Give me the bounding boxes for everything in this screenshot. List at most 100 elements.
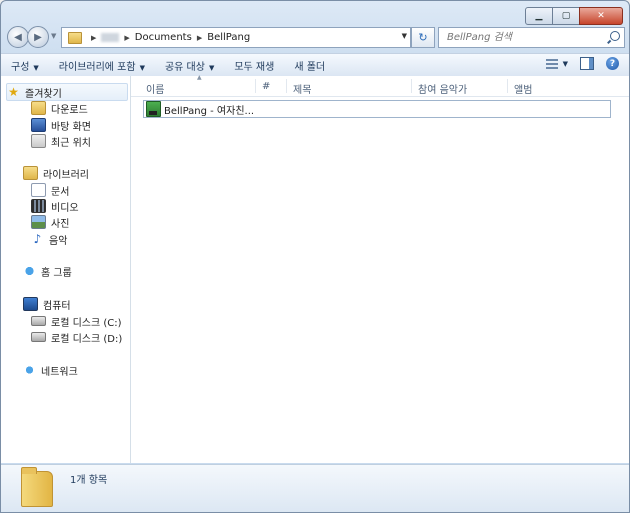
column-header-track-number[interactable]: #: [262, 81, 270, 92]
caption-buttons: ▁ ▢ ✕: [525, 7, 623, 25]
breadcrumb-separator-icon[interactable]: ▶: [124, 34, 129, 42]
sidebar-item-recent-places[interactable]: 최근 위치: [31, 133, 91, 149]
sidebar-item-downloads[interactable]: 다운로드: [31, 100, 88, 116]
column-divider[interactable]: [507, 79, 508, 93]
preview-pane-icon[interactable]: [580, 57, 594, 70]
recent-pages-chevron-icon[interactable]: ▼: [51, 32, 56, 40]
breadcrumb-separator-icon[interactable]: ▶: [197, 34, 202, 42]
chevron-down-icon: ▼: [33, 63, 39, 72]
file-row[interactable]: BellPang - 여자친...: [143, 100, 611, 118]
recent-places-icon: [31, 134, 46, 148]
breadcrumb-documents[interactable]: Documents: [135, 32, 192, 43]
column-header-album[interactable]: 앨범: [514, 81, 532, 96]
share-with-menu[interactable]: 공유 대상 ▼: [155, 58, 224, 73]
organize-menu[interactable]: 구성 ▼: [1, 58, 49, 73]
navigation-pane: ★ 즐겨찾기 다운로드 바탕 화면 최근 위치 라이브러리 문서 비디오 사진 …: [1, 76, 131, 463]
sidebar-item-documents[interactable]: 문서: [31, 182, 69, 198]
column-header-name[interactable]: 이름: [146, 81, 164, 96]
star-icon: ★: [8, 85, 19, 99]
computer-icon: [23, 297, 38, 311]
help-icon[interactable]: ?: [606, 57, 619, 70]
details-pane: 1개 항목: [1, 464, 629, 512]
item-count: 1개 항목: [70, 475, 108, 486]
sidebar-item-videos[interactable]: 비디오: [31, 198, 79, 214]
forward-button[interactable]: ▶: [27, 26, 49, 48]
sidebar-item-label: 문서: [51, 186, 70, 198]
play-all-button[interactable]: 모두 재생: [224, 58, 284, 73]
organize-label: 구성: [11, 61, 30, 73]
view-options-button[interactable]: ▼: [545, 58, 568, 69]
mp3-file-icon: [146, 101, 161, 117]
column-header-title[interactable]: 제목: [293, 81, 311, 96]
hard-drive-icon: [31, 316, 46, 326]
libraries-icon: [23, 166, 38, 180]
breadcrumb-separator-icon[interactable]: ▶: [91, 34, 96, 42]
network-icon: [23, 364, 36, 376]
column-header-contributing-artists[interactable]: 참여 음악가: [418, 81, 467, 96]
sidebar-item-homegroup[interactable]: 홈 그룹: [23, 263, 72, 279]
file-list: ▲ 이름 # 제목 참여 음악가 앨범 BellPang - 여자친...: [131, 74, 629, 463]
sidebar-item-label: 비디오: [51, 202, 79, 214]
minimize-button[interactable]: ▁: [525, 7, 553, 25]
downloads-folder-icon: [31, 101, 46, 115]
column-divider[interactable]: [411, 79, 412, 93]
sidebar-item-drive-c[interactable]: 로컬 디스크 (C:): [31, 313, 122, 329]
breadcrumb-redacted[interactable]: [101, 33, 120, 42]
pictures-icon: [31, 215, 46, 229]
search-box[interactable]: [438, 27, 625, 48]
content-area: ★ 즐겨찾기 다운로드 바탕 화면 최근 위치 라이브러리 문서 비디오 사진 …: [1, 74, 629, 463]
sidebar-item-label: 라이브러리: [43, 169, 89, 181]
refresh-button[interactable]: ↻: [411, 27, 435, 48]
column-divider[interactable]: [255, 79, 256, 93]
sidebar-item-music[interactable]: ♪ 음악: [31, 231, 68, 247]
chevron-down-icon: ▼: [562, 59, 568, 68]
share-with-label: 공유 대상: [164, 61, 205, 73]
new-folder-button[interactable]: 새 폴더: [284, 58, 335, 73]
sidebar-item-label: 홈 그룹: [41, 267, 72, 279]
address-dropdown-chevron-icon[interactable]: ▼: [402, 32, 407, 40]
address-bar[interactable]: ▶ ▶ Documents ▶ BellPang ▼: [61, 27, 411, 48]
sidebar-item-label: 로컬 디스크 (D:): [51, 333, 123, 345]
search-icon[interactable]: [610, 31, 620, 41]
folder-icon: [68, 31, 82, 44]
sidebar-item-label: 최근 위치: [51, 137, 91, 149]
toolbar-right-group: ▼ ?: [545, 57, 619, 70]
sidebar-item-computer[interactable]: 컴퓨터: [23, 296, 71, 312]
sidebar-item-label: 음악: [49, 235, 68, 247]
sort-ascending-icon: ▲: [197, 74, 202, 81]
sidebar-item-label: 네트워크: [41, 366, 78, 378]
sidebar-item-label: 다운로드: [51, 104, 88, 116]
breadcrumb-bellpang[interactable]: BellPang: [207, 32, 250, 43]
sidebar-item-favorites[interactable]: ★ 즐겨찾기: [6, 83, 128, 101]
chevron-down-icon: ▼: [139, 63, 145, 72]
search-input[interactable]: [445, 31, 609, 44]
hard-drive-icon: [31, 332, 46, 342]
include-in-library-menu[interactable]: 라이브러리에 포함 ▼: [49, 58, 155, 73]
close-button[interactable]: ✕: [579, 7, 623, 25]
column-divider[interactable]: [286, 79, 287, 93]
play-all-label: 모두 재생: [234, 61, 275, 73]
sidebar-item-libraries[interactable]: 라이브러리: [23, 165, 89, 181]
sidebar-item-label: 컴퓨터: [43, 300, 71, 312]
maximize-button[interactable]: ▢: [552, 7, 580, 25]
column-headers: ▲ 이름 # 제목 참여 음악가 앨범: [131, 74, 629, 97]
sidebar-item-label: 사진: [51, 218, 70, 230]
file-name: BellPang - 여자친...: [164, 105, 255, 117]
sidebar-item-drive-d[interactable]: 로컬 디스크 (D:): [31, 329, 122, 345]
new-folder-label: 새 폴더: [294, 61, 326, 73]
chevron-down-icon: ▼: [208, 63, 215, 72]
sidebar-item-pictures[interactable]: 사진: [31, 214, 69, 230]
sidebar-item-label: 즐겨찾기: [25, 88, 62, 100]
include-in-library-label: 라이브러리에 포함: [58, 61, 136, 73]
explorer-window: ▁ ▢ ✕ ◀ ▶ ▼ ▶ ▶ Documents ▶ BellPang ▼ ↻…: [0, 0, 630, 513]
music-note-icon: ♪: [33, 232, 42, 246]
details-view-icon: [545, 58, 558, 69]
navigation-bar: ◀ ▶ ▼ ▶ ▶ Documents ▶ BellPang ▼ ↻: [7, 26, 625, 48]
back-button[interactable]: ◀: [7, 26, 29, 48]
homegroup-icon: [23, 265, 36, 277]
folder-icon: [21, 467, 53, 507]
video-film-icon: [31, 199, 46, 213]
sidebar-item-desktop[interactable]: 바탕 화면: [31, 117, 91, 133]
command-bar: 구성 ▼ 라이브러리에 포함 ▼ 공유 대상 ▼ 모두 재생 새 폴더 ▼ ?: [1, 53, 629, 77]
sidebar-item-network[interactable]: 네트워크: [23, 362, 78, 378]
